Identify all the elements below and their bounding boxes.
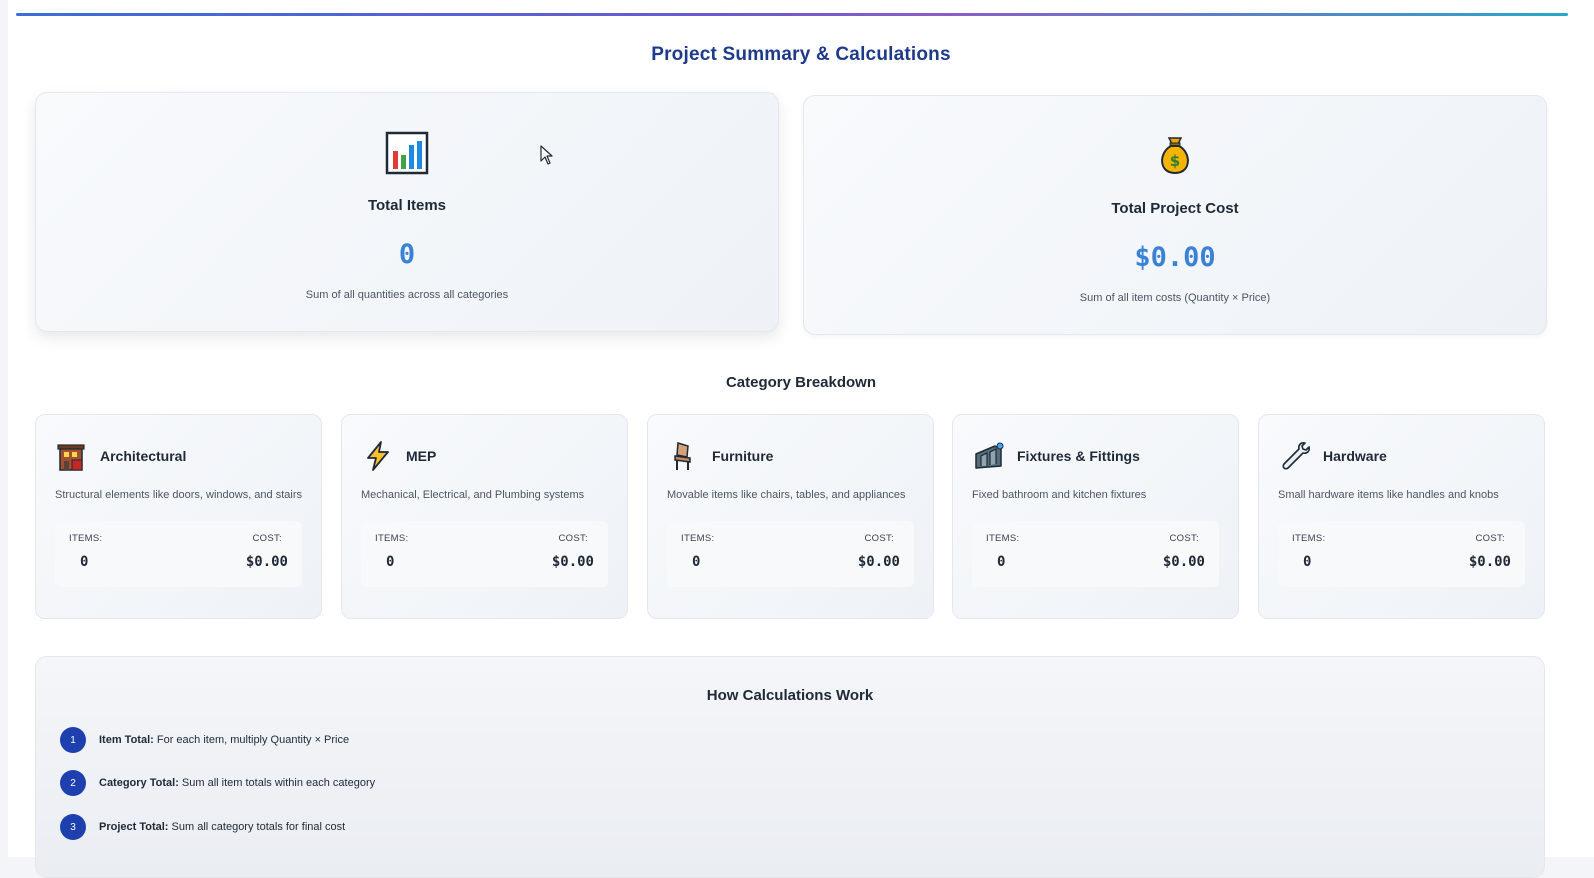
category-name: MEP <box>406 448 437 464</box>
step-text: Item Total: For each item, multiply Quan… <box>99 734 349 746</box>
step-label: Item Total: <box>99 734 154 746</box>
chair-icon <box>674 442 691 470</box>
items-value: 0 <box>997 554 1006 570</box>
cost-value: $0.00 <box>245 554 288 570</box>
bar-chart-icon <box>385 131 429 175</box>
items-value: 0 <box>692 554 701 570</box>
category-name: Hardware <box>1323 448 1387 464</box>
how-calculations-panel: How Calculations Work 1 Item Total: For … <box>35 656 1545 878</box>
items-label: ITEMS: <box>986 533 1020 544</box>
category-name: Architectural <box>100 448 187 464</box>
cost-label: COST: <box>252 533 282 544</box>
step-text: Project Total: Sum all category totals f… <box>99 821 345 833</box>
cost-label: COST: <box>864 533 894 544</box>
step-label: Category Total: <box>99 777 179 789</box>
items-value: 0 <box>1303 554 1312 570</box>
total-cost-note: Sum of all item costs (Quantity × Price) <box>1079 292 1271 304</box>
cost-label: COST: <box>558 533 588 544</box>
page-container: Project Summary & Calculations Total Ite… <box>8 0 1594 878</box>
mouse-cursor-icon <box>540 145 553 165</box>
category-card-fixtures: Fixtures & Fittings Fixed bathroom and k… <box>952 414 1239 619</box>
cost-label: COST: <box>1169 533 1199 544</box>
page-title: Project Summary & Calculations <box>651 44 951 65</box>
wrench-icon <box>1282 442 1310 470</box>
cost-value: $0.00 <box>1162 554 1205 570</box>
category-card-mep: MEP Mechanical, Electrical, and Plumbing… <box>341 414 628 619</box>
total-items-value: 0 <box>398 239 416 270</box>
category-stats: ITEMS: COST: 0 $0.00 <box>55 521 302 587</box>
total-items-label: Total Items <box>367 197 447 214</box>
category-card-furniture: Furniture Movable items like chairs, tab… <box>647 414 934 619</box>
total-items-card: Total Items 0 Sum of all quantities acro… <box>35 92 779 332</box>
category-card-architectural: Architectural Structural elements like d… <box>35 414 322 619</box>
money-bag-icon: $ <box>1161 137 1189 175</box>
step-description: Sum all item totals within each category <box>181 777 376 789</box>
total-cost-card: $ Total Project Cost $0.00 Sum of all it… <box>803 95 1547 335</box>
items-value: 0 <box>80 554 89 570</box>
cost-label: COST: <box>1475 533 1505 544</box>
items-label: ITEMS: <box>375 533 409 544</box>
items-label: ITEMS: <box>1292 533 1326 544</box>
category-name: Fixtures & Fittings <box>1017 448 1140 464</box>
faucet-icon <box>975 442 1004 469</box>
step-number-badge: 2 <box>60 770 86 796</box>
total-cost-label: Total Project Cost <box>1111 200 1239 217</box>
category-description: Mechanical, Electrical, and Plumbing sys… <box>361 489 585 501</box>
top-gradient-bar <box>16 13 1568 16</box>
step-description: For each item, multiply Quantity × Price <box>156 734 350 746</box>
category-description: Structural elements like doors, windows,… <box>55 489 302 501</box>
building-icon <box>57 444 85 471</box>
total-cost-value: $0.00 <box>1134 242 1216 273</box>
calculation-step: 2 Category Total: Sum all item totals wi… <box>60 770 375 796</box>
cost-value: $0.00 <box>551 554 594 570</box>
calculation-step: 3 Project Total: Sum all category totals… <box>60 814 345 840</box>
category-name: Furniture <box>712 448 774 464</box>
category-stats: ITEMS: COST: 0 $0.00 <box>361 521 608 587</box>
category-card-hardware: Hardware Small hardware items like handl… <box>1258 414 1545 619</box>
cost-value: $0.00 <box>1468 554 1511 570</box>
category-description: Small hardware items like handles and kn… <box>1278 489 1499 501</box>
category-description: Movable items like chairs, tables, and a… <box>667 489 906 501</box>
step-number-badge: 3 <box>60 814 86 840</box>
category-stats: ITEMS: COST: 0 $0.00 <box>972 521 1219 587</box>
items-label: ITEMS: <box>681 533 715 544</box>
calculation-step: 1 Item Total: For each item, multiply Qu… <box>60 727 349 753</box>
step-description: Sum all category totals for final cost <box>171 821 346 833</box>
category-stats: ITEMS: COST: 0 $0.00 <box>667 521 914 587</box>
step-label: Project Total: <box>99 821 169 833</box>
category-description: Fixed bathroom and kitchen fixtures <box>972 489 1147 501</box>
svg-text:$: $ <box>1170 152 1180 170</box>
items-value: 0 <box>386 554 395 570</box>
how-calculations-title: How Calculations Work <box>706 687 874 704</box>
lightning-icon <box>367 441 389 471</box>
category-stats: ITEMS: COST: 0 $0.00 <box>1278 521 1525 587</box>
category-breakdown-title: Category Breakdown <box>725 374 877 391</box>
cost-value: $0.00 <box>857 554 900 570</box>
items-label: ITEMS: <box>69 533 103 544</box>
total-items-note: Sum of all quantities across all categor… <box>305 289 509 301</box>
step-number-badge: 1 <box>60 727 86 753</box>
step-text: Category Total: Sum all item totals with… <box>99 777 375 789</box>
